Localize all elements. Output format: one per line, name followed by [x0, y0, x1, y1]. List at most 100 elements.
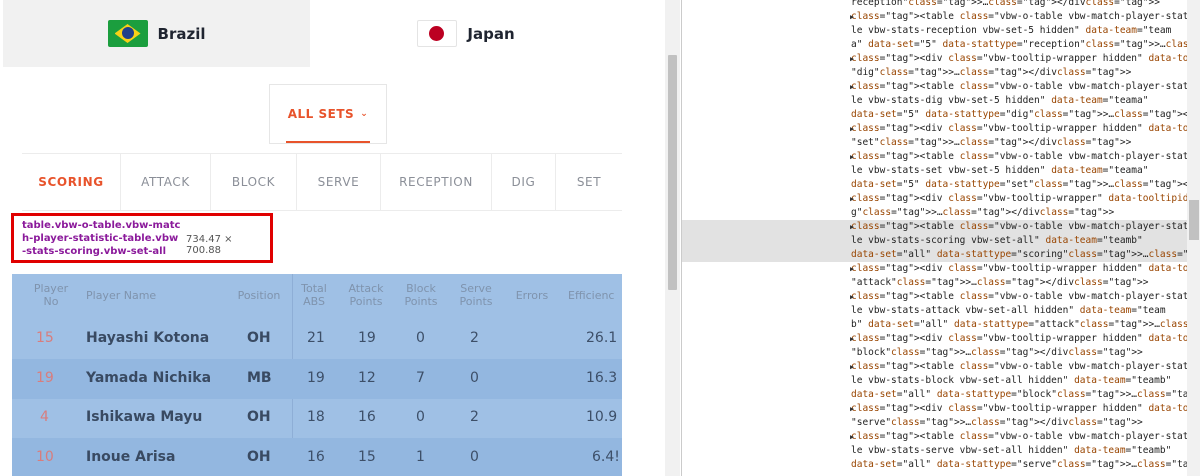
dom-node-line[interactable]: ▶ class="tag"><div class="vbw-tooltip-wra… — [682, 332, 1187, 346]
player-name[interactable]: Hayashi Kotona — [86, 330, 209, 346]
player-number: 19 — [36, 370, 54, 386]
dom-node-text: data-set="all" data-stattype="block"clas… — [851, 389, 1187, 400]
dom-node-line[interactable]: le vbw-stats-scoring vbw-set-all" data-t… — [682, 234, 1187, 248]
dom-node-line[interactable]: "attack"class="tag">>…class="tag"></divc… — [682, 276, 1187, 290]
tab-block[interactable]: BLOCK — [211, 154, 297, 210]
dom-node-line[interactable]: ▶ class="tag"><table class="vbw-o-table v… — [682, 150, 1187, 164]
dom-node-line[interactable]: reception"class="tag">>…class="tag"></di… — [682, 0, 1187, 10]
dom-node-text: le vbw-stats-set vbw-set-5 hidden" data-… — [851, 165, 1149, 176]
dom-node-line[interactable]: le vbw-stats-dig vbw-set-5 hidden" data-… — [682, 94, 1187, 108]
dom-node-line[interactable]: a" data-set="5" data-stattype="reception… — [682, 38, 1187, 52]
dom-node-line[interactable]: ▶ class="tag"><div class="vbw-tooltip-wra… — [682, 52, 1187, 66]
dom-node-line[interactable]: data-set="all" data-stattype="scoring"cl… — [682, 248, 1187, 262]
chevron-down-icon: ⌄ — [360, 109, 369, 119]
column-header-efficiency[interactable]: Efficienc — [568, 289, 622, 302]
expand-triangle-icon[interactable]: ▶ — [850, 52, 854, 66]
table-row[interactable]: 10 Inoue Arisa OH 16 15 1 0 6.4! — [12, 438, 622, 476]
dom-node-line[interactable]: ▶ class="tag"><div class="vbw-tooltip-wra… — [682, 192, 1187, 206]
expand-triangle-icon[interactable]: ▶ — [850, 332, 854, 346]
expand-triangle-icon[interactable]: ▶ — [850, 262, 854, 276]
dom-node-text: g"class="tag">>…class="tag"></divclass="… — [851, 207, 1115, 218]
expand-triangle-icon[interactable]: ▶ — [850, 402, 854, 416]
tab-set[interactable]: SET — [556, 154, 622, 210]
dom-node-line[interactable]: ▶ class="tag"><table class="vbw-o-table v… — [682, 80, 1187, 94]
dom-node-line[interactable]: ▶ class="tag"><table class="vbw-o-table v… — [682, 10, 1187, 24]
sets-dropdown[interactable]: ALL SETS ⌄ — [269, 84, 387, 144]
dom-node-line[interactable]: "serve"class="tag">>…class="tag"></divcl… — [682, 416, 1187, 430]
tab-scoring[interactable]: SCORING — [22, 154, 121, 210]
tab-attack[interactable]: ATTACK — [121, 154, 211, 210]
table-row[interactable]: 4 Ishikawa Mayu OH 18 16 0 2 10.9 — [12, 398, 622, 438]
team-name: Brazil — [157, 24, 206, 43]
dom-node-line[interactable]: "dig"class="tag">>…class="tag"></divclas… — [682, 66, 1187, 80]
expand-triangle-icon[interactable]: ▶ — [850, 80, 854, 94]
tab-dig[interactable]: DIG — [492, 154, 556, 210]
dom-node-line[interactable]: "block"class="tag">>…class="tag"></divcl… — [682, 346, 1187, 360]
expand-triangle-icon[interactable]: ▶ — [850, 220, 854, 234]
player-name[interactable]: Yamada Nichika — [86, 370, 211, 386]
table-row[interactable]: 19 Yamada Nichika MB 19 12 7 0 16.3 — [12, 359, 622, 399]
player-number: 15 — [36, 330, 54, 346]
efficiency: 10.9 — [586, 409, 618, 425]
player-position: OH — [247, 409, 271, 425]
dom-node-line[interactable]: b" data-set="all" data-stattype="attack"… — [682, 318, 1187, 332]
player-statistics-table: Player No Player Name Position Total ABS… — [12, 274, 622, 476]
dom-node-line[interactable]: ▶ class="tag"><table class="vbw-o-table v… — [682, 290, 1187, 304]
dom-node-text: "block"class="tag">>…class="tag"></divcl… — [851, 347, 1143, 358]
dom-node-line[interactable]: ▶ class="tag"><div class="vbw-tooltip-wra… — [682, 122, 1187, 136]
tab-reception[interactable]: RECEPTION — [381, 154, 492, 210]
dom-node-line[interactable]: ▶ class="tag"><table class="vbw-o-table v… — [682, 360, 1187, 374]
page-scrollbar[interactable] — [665, 0, 680, 476]
player-name[interactable]: Inoue Arisa — [86, 449, 175, 465]
expand-triangle-icon[interactable]: ▶ — [850, 150, 854, 164]
column-header-position[interactable]: Position — [234, 289, 284, 302]
dom-node-line[interactable]: ▶ class="tag"><table class="vbw-o-table v… — [682, 220, 1187, 234]
dom-node-line[interactable]: le vbw-stats-block vbw-set-all hidden" d… — [682, 374, 1187, 388]
dom-node-line[interactable]: le vbw-stats-attack vbw-set-all hidden" … — [682, 304, 1187, 318]
dom-node-text: le vbw-stats-scoring vbw-set-all" data-t… — [851, 235, 1143, 246]
dom-node-line[interactable]: ▶ class="tag"><table class="vbw-o-table v… — [682, 430, 1187, 444]
team-tab-brazil[interactable]: Brazil — [3, 0, 310, 67]
dom-node-line[interactable]: ▶ class="tag"><div class="vbw-tooltip-wra… — [682, 402, 1187, 416]
block-points: 1 — [416, 449, 425, 465]
dom-node-text: class="tag"><table class="vbw-o-table vb… — [851, 361, 1187, 372]
player-name[interactable]: Ishikawa Mayu — [86, 409, 202, 425]
dom-node-line[interactable]: g"class="tag">>…class="tag"></divclass="… — [682, 206, 1187, 220]
dom-node-text: le vbw-stats-reception vbw-set-5 hidden"… — [851, 25, 1172, 36]
table-row[interactable]: 15 Hayashi Kotona OH 21 19 0 2 26.1 — [12, 319, 622, 359]
column-header-serve-points[interactable]: Serve Points — [454, 282, 498, 308]
expand-triangle-icon[interactable]: ▶ — [850, 192, 854, 206]
expand-triangle-icon[interactable]: ▶ — [850, 430, 854, 444]
devtools-scroll-thumb[interactable] — [1189, 200, 1199, 240]
total-abs: 19 — [307, 370, 325, 386]
page-scroll-thumb[interactable] — [668, 55, 677, 290]
tab-serve[interactable]: SERVE — [297, 154, 381, 210]
column-header-player-no[interactable]: Player No — [32, 282, 70, 308]
dom-node-text: a" data-set="5" data-stattype="reception… — [851, 39, 1187, 50]
player-number: 4 — [40, 409, 49, 425]
dom-node-text: class="tag"><div class="vbw-tooltip-wrap… — [851, 123, 1187, 134]
dom-node-line[interactable]: data-set="all" data-stattype="serve"clas… — [682, 458, 1187, 472]
column-header-player-name[interactable]: Player Name — [86, 289, 156, 302]
expand-triangle-icon[interactable]: ▶ — [850, 122, 854, 136]
sets-dropdown-label: ALL SETS — [287, 107, 355, 121]
dom-node-line[interactable]: le vbw-stats-reception vbw-set-5 hidden"… — [682, 24, 1187, 38]
dom-node-text: class="tag"><div class="vbw-tooltip-wrap… — [851, 333, 1187, 344]
dom-node-line[interactable]: le vbw-stats-serve vbw-set-all hidden" d… — [682, 444, 1187, 458]
dom-node-line[interactable]: "set"class="tag">>…class="tag"></divclas… — [682, 136, 1187, 150]
column-header-total-abs[interactable]: Total ABS — [296, 282, 332, 308]
dom-node-text: class="tag"><table class="vbw-o-table vb… — [851, 151, 1187, 162]
dom-node-line[interactable]: ▶ class="tag"><div class="vbw-tooltip-wra… — [682, 262, 1187, 276]
dom-node-line[interactable]: data-set="5" data-stattype="set"class="t… — [682, 178, 1187, 192]
dom-node-line[interactable]: data-set="all" data-stattype="block"clas… — [682, 388, 1187, 402]
column-header-block-points[interactable]: Block Points — [398, 282, 444, 308]
expand-triangle-icon[interactable]: ▶ — [850, 360, 854, 374]
dom-node-line[interactable]: le vbw-stats-set vbw-set-5 hidden" data-… — [682, 164, 1187, 178]
devtools-scrollbar[interactable] — [1187, 0, 1200, 476]
column-header-attack-points[interactable]: Attack Points — [342, 282, 390, 308]
team-tab-japan[interactable]: Japan — [310, 0, 622, 67]
dom-node-line[interactable]: data-set="5" data-stattype="dig"class="t… — [682, 108, 1187, 122]
column-header-errors[interactable]: Errors — [510, 289, 554, 302]
expand-triangle-icon[interactable]: ▶ — [850, 290, 854, 304]
expand-triangle-icon[interactable]: ▶ — [850, 10, 854, 24]
